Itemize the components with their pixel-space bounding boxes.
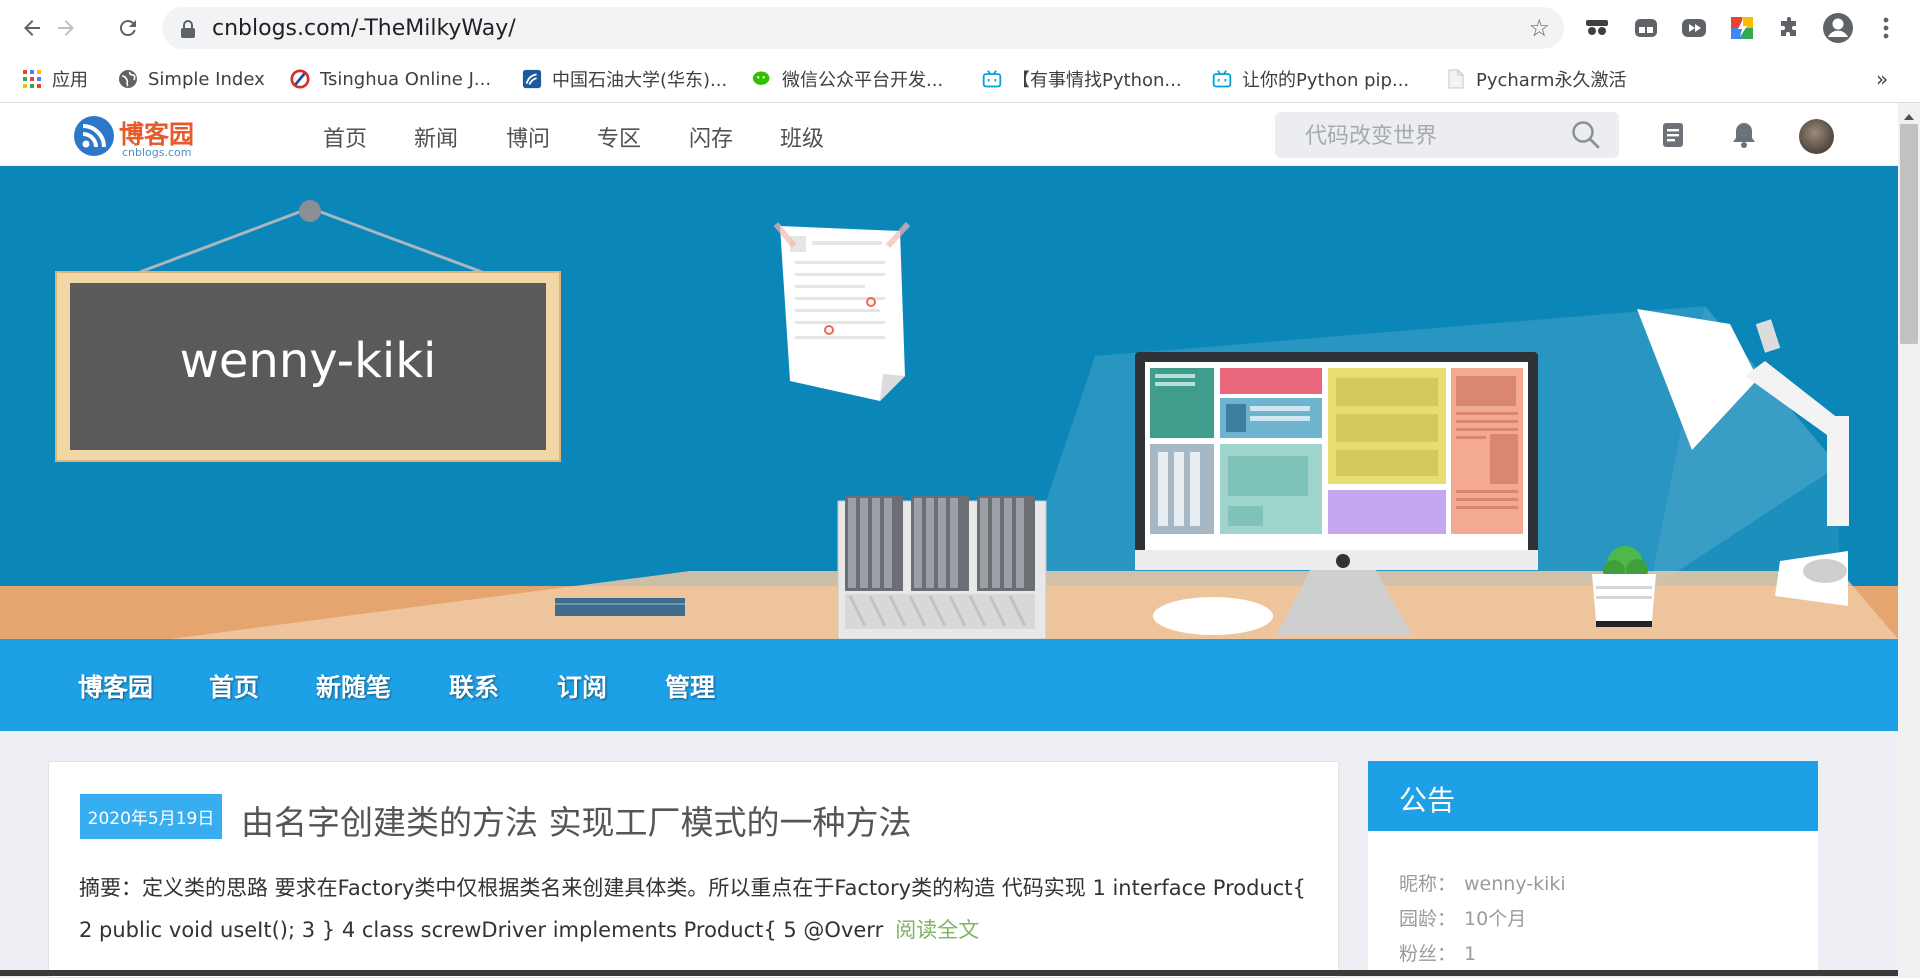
reload-icon[interactable]	[114, 14, 142, 42]
nav-class[interactable]: 班级	[780, 121, 824, 153]
nav-questions[interactable]: 博问	[506, 121, 550, 153]
logo-subtext: cnblogs.com	[122, 146, 192, 159]
site-search	[1275, 112, 1619, 158]
nickname-label: 昵称：	[1399, 873, 1457, 895]
bilibili-icon	[1212, 69, 1232, 89]
search-icon[interactable]	[1571, 120, 1601, 154]
sidebar-row-fans: 粉丝： 1	[1399, 939, 1476, 966]
bookmark-bilibili-2[interactable]: 让你的Python pip...	[1212, 66, 1409, 92]
url-host: cnblogs.com	[212, 16, 351, 41]
upc-icon	[522, 69, 542, 89]
address-bar[interactable]: cnblogs.com/-TheMilkyWay/ ☆	[162, 7, 1564, 49]
menu-home[interactable]: 首页	[209, 668, 259, 704]
menu-contact[interactable]: 联系	[449, 668, 499, 704]
sidebar-row-nickname: 昵称： wenny-kiki	[1399, 869, 1566, 896]
bookmark-label: 中国石油大学(华东)...	[552, 70, 728, 91]
wechat-icon	[752, 69, 772, 89]
bookmark-apps[interactable]: 应用	[22, 66, 88, 92]
bilibili-icon	[982, 69, 1002, 89]
profile-icon[interactable]	[1822, 12, 1854, 44]
post-card: 2020年5月19日 由名字创建类的方法 实现工厂模式的一种方法 摘要：定义类的…	[48, 761, 1339, 978]
scroll-up-icon[interactable]	[1898, 109, 1920, 125]
bookmark-label: Simple Index	[148, 68, 265, 90]
bookmark-label: 微信公众平台开发...	[782, 70, 944, 91]
blog-menu-bar: 博客园 首页 新随笔 联系 订阅 管理	[0, 639, 1898, 731]
bookmark-pycharm[interactable]: Pycharm永久激活	[1446, 66, 1626, 92]
search-input[interactable]	[1303, 120, 1557, 152]
page-icon	[1446, 69, 1466, 89]
lock-icon	[180, 20, 196, 42]
menu-kebab-icon[interactable]	[1870, 12, 1902, 44]
globe-icon	[118, 69, 138, 89]
post-date-badge: 2020年5月19日	[80, 794, 222, 839]
write-post-icon[interactable]	[1657, 119, 1689, 151]
blog-title[interactable]: wenny-kiki	[62, 333, 554, 389]
fans-label: 粉丝：	[1399, 943, 1457, 965]
post-abstract: 摘要：定义类的思路 要求在Factory类中仅根据类名来创建具体类。所以重点在于…	[79, 867, 1309, 951]
nickname-value[interactable]: wenny-kiki	[1464, 873, 1566, 895]
more-bookmarks-icon[interactable]: »	[1876, 66, 1888, 92]
bookmark-label: Pycharm永久激活	[1476, 70, 1627, 91]
bookmark-upc[interactable]: 中国石油大学(华东)...	[522, 66, 727, 92]
user-avatar[interactable]	[1799, 119, 1834, 154]
apps-grid-icon	[22, 69, 42, 89]
colorful-extension-icon[interactable]	[1726, 12, 1758, 44]
nav-zones[interactable]: 专区	[597, 121, 641, 153]
bookmark-label: 应用	[52, 70, 88, 91]
site-header: 博客园 cnblogs.com 首页 新闻 博问 专区 闪存 班级	[0, 103, 1898, 165]
url-text: cnblogs.com/-TheMilkyWay/	[212, 16, 516, 41]
bookmark-simple-index[interactable]: Simple Index	[118, 66, 265, 92]
nav-news[interactable]: 新闻	[414, 121, 458, 153]
menu-cnblogs[interactable]: 博客园	[78, 668, 153, 704]
post-abstract-text: 摘要：定义类的思路 要求在Factory类中仅根据类名来创建具体类。所以重点在于…	[79, 876, 1306, 942]
bookmark-label: 让你的Python pip...	[1242, 70, 1410, 91]
bookmark-label: Tsinghua Online J...	[320, 68, 492, 90]
bookmark-tsinghua[interactable]: Tsinghua Online J...	[290, 66, 491, 92]
bookmark-label: 【有事情找Python...	[1012, 70, 1182, 91]
bookmark-bilibili-1[interactable]: 【有事情找Python...	[982, 66, 1182, 92]
age-label: 园龄：	[1399, 908, 1457, 930]
video-extension-icon[interactable]	[1678, 12, 1710, 44]
age-value[interactable]: 10个月	[1464, 908, 1526, 930]
sidebar-row-age: 园龄： 10个月	[1399, 904, 1526, 931]
bookmarks-bar: 应用 Simple Index Tsinghua Online J... 中国石…	[0, 56, 1920, 103]
incognito-extension-icon[interactable]	[1581, 12, 1613, 44]
read-more-link[interactable]: 阅读全文	[895, 918, 979, 942]
banner-illustration	[0, 166, 1898, 639]
forward-icon[interactable]	[52, 14, 80, 42]
taskbar-strip	[0, 970, 1898, 976]
menu-manage[interactable]: 管理	[665, 668, 715, 704]
menu-subscribe[interactable]: 订阅	[557, 668, 607, 704]
sidebar-heading: 公告	[1368, 761, 1818, 831]
scrollbar-thumb[interactable]	[1900, 124, 1918, 344]
url-path: /-TheMilkyWay/	[350, 16, 516, 41]
cnblogs-logo[interactable]: 博客园 cnblogs.com	[73, 113, 203, 159]
fans-value[interactable]: 1	[1464, 943, 1476, 965]
sidebar-heading-text: 公告	[1399, 784, 1456, 817]
nav-flash[interactable]: 闪存	[689, 121, 733, 153]
bookmark-wechat[interactable]: 微信公众平台开发...	[752, 66, 943, 92]
post-title-link[interactable]: 由名字创建类的方法 实现工厂模式的一种方法	[241, 796, 912, 844]
back-icon[interactable]	[18, 14, 46, 42]
bookmark-star-icon[interactable]: ☆	[1528, 14, 1550, 42]
extensions-puzzle-icon[interactable]	[1774, 12, 1806, 44]
more-bookmarks-label: »	[1876, 67, 1889, 91]
menu-new-post[interactable]: 新随笔	[316, 668, 391, 704]
sidebar-notice: 公告 昵称： wenny-kiki 园龄： 10个月 粉丝： 1	[1368, 761, 1818, 976]
browser-toolbar: cnblogs.com/-TheMilkyWay/ ☆	[0, 0, 1920, 56]
nav-home[interactable]: 首页	[323, 121, 367, 153]
tab-extension-icon[interactable]	[1630, 12, 1662, 44]
notification-bell-icon[interactable]	[1728, 119, 1760, 151]
rss-logo-icon	[74, 116, 114, 156]
tsinghua-icon	[290, 69, 310, 89]
blog-banner: wenny-kiki	[0, 166, 1898, 639]
